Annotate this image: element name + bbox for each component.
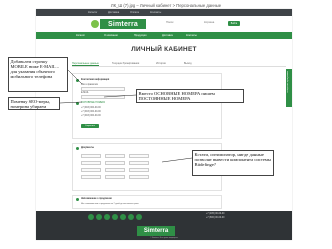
main-nav: Каталог О компании Продукция Доставка Ко… xyxy=(36,32,292,39)
annotation-note-bitdefinge: Кстати, оптимизатор, нигде данные позвол… xyxy=(192,150,274,176)
topbar-link-payment[interactable]: Оплата xyxy=(130,11,139,14)
contact-section-title: Контактная информация xyxy=(81,79,110,81)
login-label: Войти xyxy=(230,22,238,25)
reminder-panel: Напоминание о продлении Мы напомним вам … xyxy=(72,195,222,209)
topbar-link-catalog[interactable]: Каталог xyxy=(88,11,97,14)
doc-field-4b[interactable] xyxy=(105,175,125,179)
reminder-title: Напоминание о продлении xyxy=(81,198,112,200)
phone-2: +7 (903) 000-00-00 xyxy=(81,111,101,113)
payment-qiwi-icon xyxy=(112,214,118,220)
bonus-badge-label: Бонусная программа xyxy=(287,71,289,93)
doc-field-1b[interactable] xyxy=(105,154,125,158)
documents-radio[interactable] xyxy=(76,147,79,150)
reminder-text: Мы напомним вам о продлении за 7 дней до… xyxy=(81,203,139,205)
site-header: Simterra Поиск Корзина Войти xyxy=(36,16,292,32)
phones-radio[interactable] xyxy=(76,102,79,105)
site-logo[interactable]: Simterra xyxy=(100,19,146,29)
email-label: E-MAIL xyxy=(81,92,89,94)
nav-item-contacts[interactable]: Контакты xyxy=(186,34,197,37)
save-button[interactable]: Сохранить xyxy=(81,124,99,128)
doc-field-2a[interactable] xyxy=(81,161,101,165)
site-footer: +7 (495) 00-00-00 +7 (800) 00-00-00 Simt… xyxy=(36,211,292,240)
doc-field-2b[interactable] xyxy=(105,161,125,165)
logo-text: Simterra xyxy=(107,20,138,28)
footer-copyright: © Simterra. Все права защищены xyxy=(150,237,178,239)
tab-history[interactable]: История xyxy=(156,62,166,65)
annotation-note-phones: Вместо ОСНОВНЫЕ НОМЕРА пишем ПОСТОЯННЫЕ … xyxy=(136,89,244,103)
annotation-note-seo: Поменяу SEO-меры, номерина убираем xyxy=(8,97,60,110)
nav-item-about[interactable]: О компании xyxy=(104,34,118,37)
account-tabs: Персональные данные Текущие бронирования… xyxy=(72,61,286,67)
login-button[interactable]: Войти xyxy=(228,21,240,26)
doc-field-3a[interactable] xyxy=(81,168,101,172)
nav-item-products[interactable]: Продукция xyxy=(134,34,147,37)
tab-current-bookings[interactable]: Текущие бронирования xyxy=(112,62,139,65)
payment-visa-icon xyxy=(88,214,94,220)
phone-3: +7 (903) 000-00-00 xyxy=(81,115,101,117)
screenshot-page: Каталог Доставка Оплата Контакты Simterr… xyxy=(36,9,292,240)
doc-field-3c[interactable] xyxy=(129,168,149,172)
contact-radio[interactable] xyxy=(76,79,79,82)
footer-logo-text: Simterra xyxy=(143,228,169,234)
annotation-note-mobile: Добавьлем строчку MOBILE ниже E-MAIL – д… xyxy=(8,57,68,92)
topbar-link-contacts[interactable]: Контакты xyxy=(150,11,161,14)
footer-logo[interactable]: Simterra xyxy=(137,226,175,236)
doc-field-3b[interactable] xyxy=(105,168,125,172)
payment-sber-icon xyxy=(128,214,134,220)
footer-phone-1[interactable]: +7 (495) 00-00-00 xyxy=(206,213,224,215)
topbar-link-delivery[interactable]: Доставка xyxy=(108,11,119,14)
name-label: Имя и фамилия xyxy=(81,84,98,86)
tab-logout[interactable]: Выход xyxy=(184,62,191,65)
reminder-radio[interactable] xyxy=(76,198,79,201)
tab-personal-data[interactable]: Персональные данные xyxy=(72,62,99,66)
file-title: ЛК_Ш (7).jpg – Личный кабинет > Персонал… xyxy=(110,3,222,8)
doc-field-4a[interactable] xyxy=(81,175,101,179)
doc-field-1a[interactable] xyxy=(81,154,101,158)
search-field[interactable]: Поиск xyxy=(166,21,173,24)
nav-item-catalog[interactable]: Каталог xyxy=(76,34,85,37)
save-label: Сохранить xyxy=(85,125,95,127)
payment-webmoney-icon xyxy=(136,214,142,220)
contact-panel: Контактная информация Имя и фамилия E-MA… xyxy=(72,73,222,139)
payment-yandex-icon xyxy=(120,214,126,220)
top-bar: Каталог Доставка Оплата Контакты xyxy=(36,9,292,16)
page-title: ЛИЧНЫЙ КАБИНЕТ xyxy=(131,46,197,53)
name-field[interactable] xyxy=(81,87,125,91)
phones-title: ОСНОВНЫЕ НОМЕРА xyxy=(81,102,106,104)
logo-emblem-icon xyxy=(91,20,99,28)
doc-field-2c[interactable] xyxy=(129,161,149,165)
documents-title: Документы xyxy=(81,147,94,149)
cart-link[interactable]: Корзина xyxy=(204,21,214,24)
bonus-side-badge[interactable]: Бонусная программа xyxy=(286,69,292,107)
doc-field-1c[interactable] xyxy=(129,154,149,158)
nav-item-delivery[interactable]: Доставка xyxy=(162,34,173,37)
footer-phone-2[interactable]: +7 (800) 00-00-00 xyxy=(206,217,224,219)
payment-mastercard-icon xyxy=(96,214,102,220)
payment-mir-icon xyxy=(104,214,110,220)
email-field[interactable] xyxy=(81,95,125,99)
phone-1: +7 (903) 000-00-00 xyxy=(81,107,101,109)
doc-field-4c[interactable] xyxy=(129,175,149,179)
